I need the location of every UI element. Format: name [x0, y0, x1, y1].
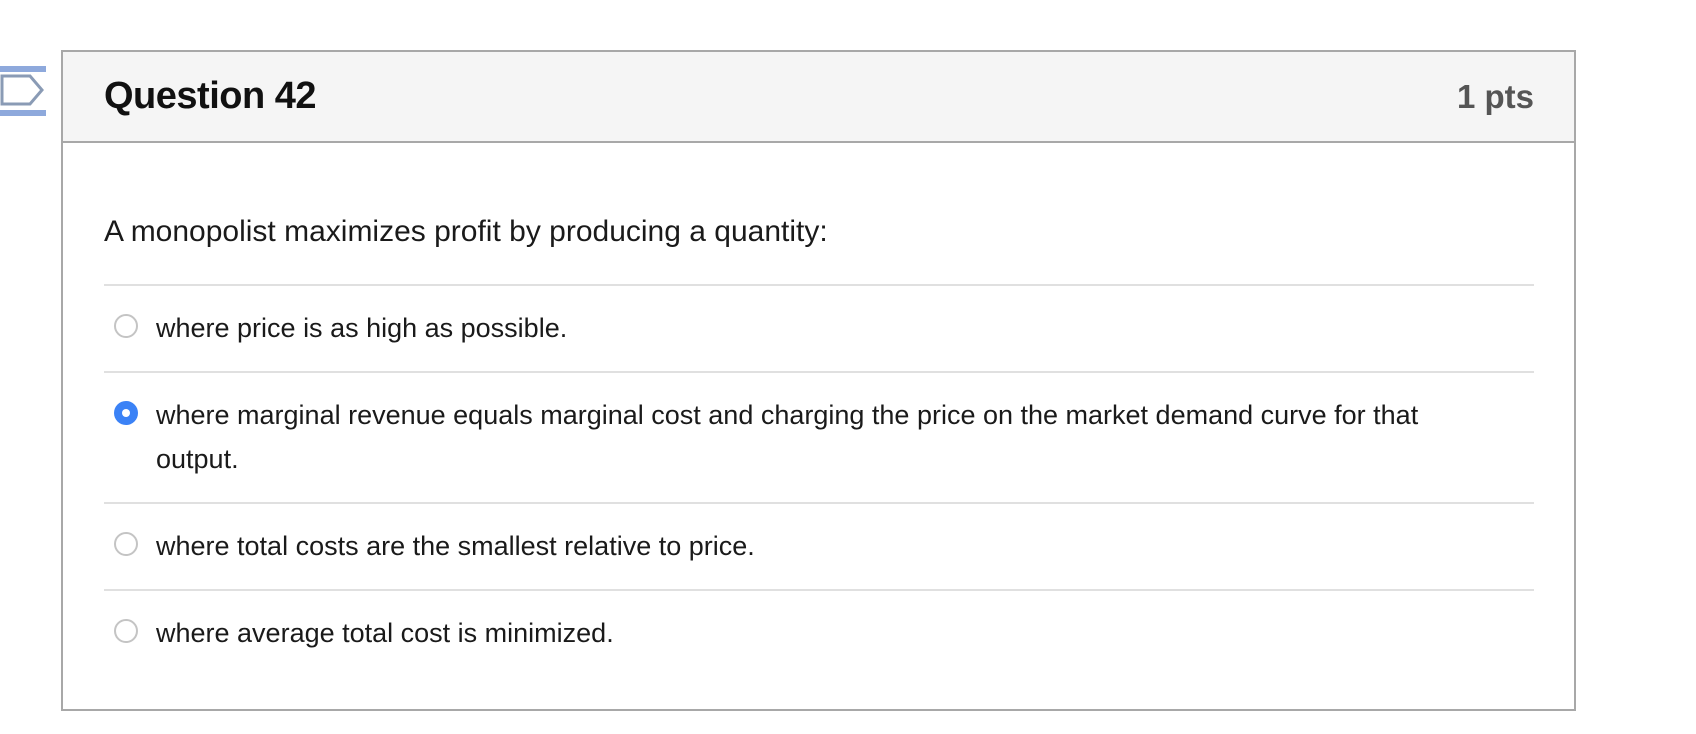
- question-points: 1 pts: [1456, 77, 1534, 115]
- radio-button[interactable]: [114, 314, 138, 338]
- answer-option[interactable]: where price is as high as possible.: [104, 286, 1534, 373]
- answer-label: where total costs are the smallest relat…: [156, 531, 755, 561]
- question-card: Question 42 1 pts A monopolist maximizes…: [61, 50, 1576, 711]
- answer-label: where average total cost is minimized.: [156, 618, 614, 648]
- question-text: A monopolist maximizes profit by produci…: [104, 215, 828, 248]
- question-header: Question 42 1 pts: [63, 52, 1574, 143]
- flag-question-icon[interactable]: [0, 66, 46, 120]
- answer-option[interactable]: where average total cost is minimized.: [104, 591, 1534, 676]
- radio-button[interactable]: [114, 532, 138, 556]
- answer-label: where marginal revenue equals marginal c…: [156, 400, 1419, 474]
- answer-list: where price is as high as possible. wher…: [104, 284, 1534, 676]
- radio-button[interactable]: [114, 619, 138, 643]
- answer-label: where price is as high as possible.: [156, 313, 568, 343]
- quiz-page: Question 42 1 pts A monopolist maximizes…: [0, 0, 1696, 734]
- answer-option[interactable]: where marginal revenue equals marginal c…: [104, 373, 1534, 504]
- radio-button-selected[interactable]: [114, 401, 138, 425]
- question-title: Question 42: [104, 75, 317, 117]
- answer-option[interactable]: where total costs are the smallest relat…: [104, 504, 1534, 591]
- question-body: A monopolist maximizes profit by produci…: [63, 207, 1574, 676]
